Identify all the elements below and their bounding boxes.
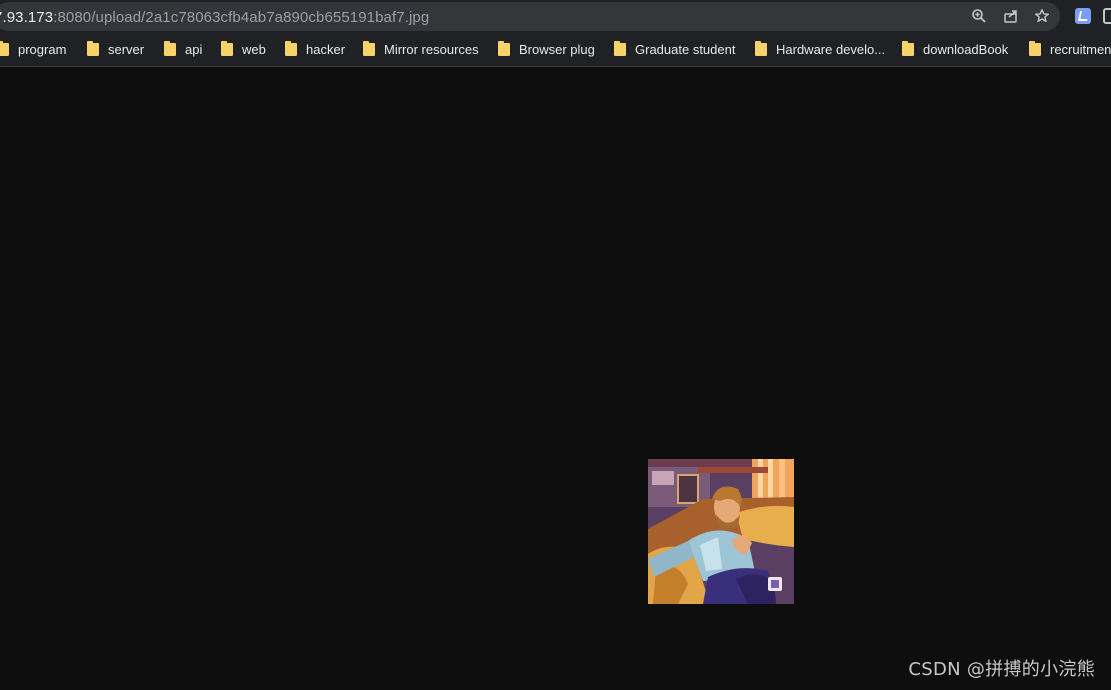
folder-icon <box>614 41 626 56</box>
bookmark-folder-downloadbook[interactable]: downloadBook <box>902 40 1008 60</box>
extension-icon[interactable] <box>1103 8 1111 24</box>
share-icon[interactable] <box>1002 8 1020 26</box>
bookmark-label: server <box>108 42 145 57</box>
url-text[interactable]: 7.93.173:8080/upload/2a1c78063cfb4ab7a89… <box>0 9 429 26</box>
bookmark-label: hacker <box>306 42 346 57</box>
bookmark-star-icon[interactable] <box>1033 8 1051 26</box>
bookmark-label: Browser plug <box>519 42 595 57</box>
folder-icon <box>902 41 914 56</box>
url-host: 7.93.173 <box>0 9 54 26</box>
folder-icon <box>164 41 176 56</box>
image-viewer <box>0 67 1111 690</box>
folder-icon <box>498 41 510 56</box>
folder-icon <box>221 41 233 56</box>
folder-icon <box>0 41 9 56</box>
folder-icon <box>87 41 99 56</box>
folder-icon <box>1029 41 1041 56</box>
bookmark-label: Mirror resources <box>384 42 479 57</box>
bookmark-folder-server[interactable]: server <box>87 40 144 60</box>
folder-icon <box>285 41 297 56</box>
bookmark-label: program <box>18 42 67 57</box>
uploaded-image[interactable] <box>648 459 794 604</box>
illustration-man-on-sofa <box>648 459 794 604</box>
bookmark-folder-hacker[interactable]: hacker <box>285 40 345 60</box>
address-bar[interactable]: 7.93.173:8080/upload/2a1c78063cfb4ab7a89… <box>0 2 1060 31</box>
bookmark-folder-browser-plug[interactable]: Browser plug <box>498 40 595 60</box>
folder-icon <box>755 41 767 56</box>
bookmark-folder-recruitment[interactable]: recruitmen <box>1029 40 1111 60</box>
bookmark-folder-api[interactable]: api <box>164 40 202 60</box>
browser-toolbar: 7.93.173:8080/upload/2a1c78063cfb4ab7a89… <box>0 0 1111 34</box>
url-path: :8080/upload/2a1c78063cfb4ab7a890cb65519… <box>53 9 430 26</box>
extension-icon[interactable] <box>1075 8 1091 24</box>
bookmark-folder-mirror-resources[interactable]: Mirror resources <box>363 40 479 60</box>
bookmark-label: Graduate student <box>635 42 736 57</box>
zoom-icon[interactable] <box>970 8 988 26</box>
bookmark-folder-program[interactable]: program <box>0 40 66 60</box>
bookmark-label: web <box>242 42 266 57</box>
bookmark-folder-web[interactable]: web <box>221 40 266 60</box>
bookmark-folder-hardware-development[interactable]: Hardware develo... <box>755 40 885 60</box>
bookmarks-bar: program server api web hacker Mirror res… <box>0 34 1111 67</box>
watermark: CSDN @拼搏的小浣熊 <box>908 659 1095 680</box>
bookmark-folder-graduate-student[interactable]: Graduate student <box>614 40 735 60</box>
folder-icon <box>363 41 375 56</box>
bookmark-label: Hardware develo... <box>776 42 886 57</box>
bookmark-label: api <box>185 42 203 57</box>
bookmark-label: recruitmen <box>1050 42 1111 57</box>
bookmark-label: downloadBook <box>923 42 1009 57</box>
